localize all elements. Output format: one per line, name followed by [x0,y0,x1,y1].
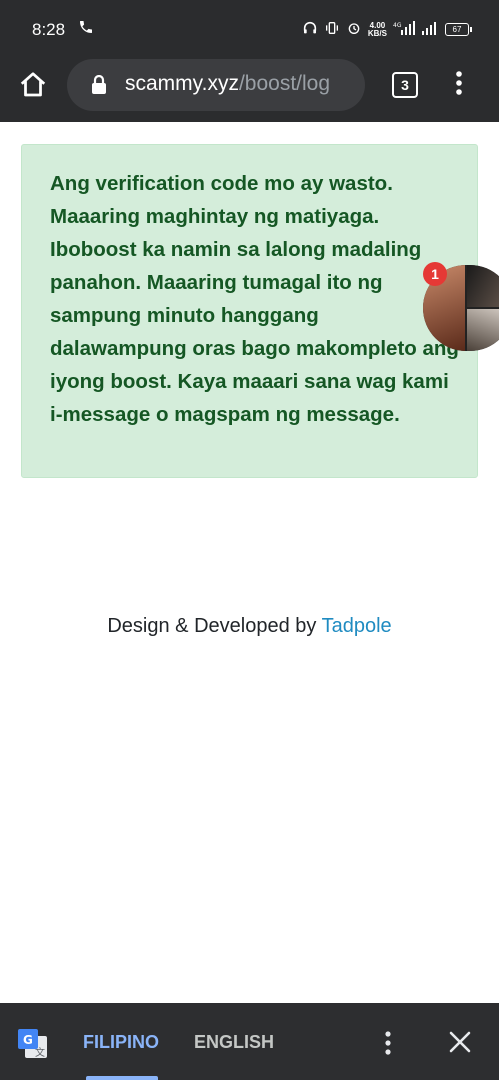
signal-icon [421,20,439,39]
close-icon [449,1031,471,1053]
success-alert: Ang verification code mo ay wasto. Maaar… [21,144,478,478]
network-speed: 4.00 KB/S [367,21,387,38]
url-text[interactable]: scammy.xyz/boost/log [125,72,361,96]
lock-icon [91,74,107,95]
translate-bar: G 文 FILIPINO ENGLISH [0,1003,499,1080]
footer-credit: Design & Developed by Tadpole [0,615,499,638]
translate-menu-button[interactable] [382,1029,394,1059]
url-path: /boost/log [238,72,331,95]
signal-4g-icon: 4G [393,20,415,39]
phone-call-icon [78,19,94,40]
more-vert-icon [385,1031,391,1055]
credit-link[interactable]: Tadpole [322,615,392,637]
svg-text:文: 文 [35,1046,45,1059]
home-button[interactable] [18,70,50,100]
translate-close-button[interactable] [447,1029,473,1055]
alert-message: Ang verification code mo ay wasto. Maaar… [50,172,459,426]
home-icon [20,72,46,97]
alarm-icon [346,20,362,39]
google-translate-icon: G 文 [17,1028,49,1060]
battery-icon: 67 [445,23,472,36]
tab-switcher-button[interactable]: 3 [392,72,418,98]
browser-toolbar: scammy.xyz/boost/log 3 [0,56,499,122]
more-vert-icon [456,71,462,95]
tab-filipino[interactable]: FILIPINO [83,1032,159,1053]
headphones-icon [302,20,318,39]
url-domain: scammy.xyz [125,72,239,95]
status-time: 8:28 [32,20,66,39]
chat-avatar [467,309,499,351]
chat-avatar [467,265,499,307]
svg-text:G: G [23,1033,33,1047]
svg-text:4G: 4G [393,22,402,29]
net-speed-unit: KB/S [367,28,387,38]
credit-prefix: Design & Developed by [107,615,322,637]
status-bar: 8:28 4.00 KB/S 4G 67 [0,0,499,56]
status-icons: 4.00 KB/S 4G 67 [302,20,472,39]
browser-menu-button[interactable] [452,69,466,99]
chat-unread-badge: 1 [423,262,447,286]
address-bar[interactable]: scammy.xyz/boost/log [67,59,365,111]
tab-english[interactable]: ENGLISH [194,1032,274,1053]
active-tab-indicator [86,1076,158,1080]
vibrate-icon [324,20,340,39]
